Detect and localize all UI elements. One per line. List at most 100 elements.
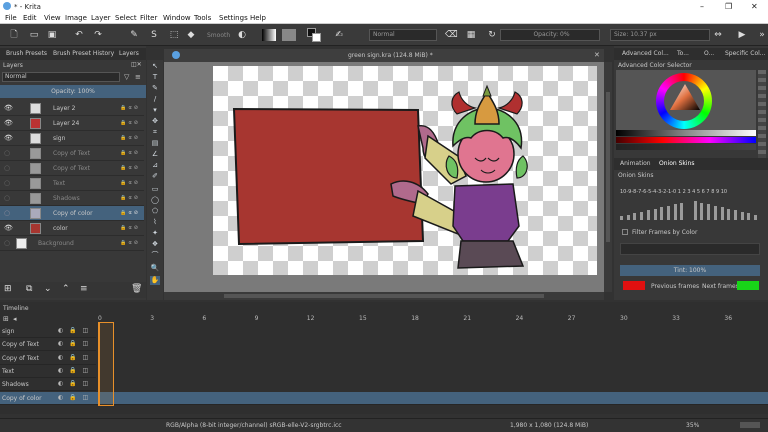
brush-tip-icon[interactable]: ◆ [185, 29, 197, 41]
line-tool-icon[interactable]: / [150, 95, 160, 104]
layer-row[interactable]: 👁 sign 🔒α⊘ [0, 131, 144, 146]
onion-opacity-bar[interactable] [733, 210, 737, 220]
tint-slider[interactable]: Tint: 100% [620, 265, 760, 276]
menu-tools[interactable]: Tools [194, 14, 211, 22]
filter-icon[interactable]: ▽ [124, 73, 129, 81]
play-icon[interactable]: ▶ [736, 29, 748, 41]
gradient-icon[interactable] [262, 29, 276, 41]
ellipse-select-icon[interactable]: ◯ [150, 196, 160, 205]
menu-filter[interactable]: Filter [140, 14, 157, 22]
settings-icon[interactable]: ≡ [135, 73, 141, 81]
layer-row[interactable]: 👁 Layer 2 🔒α⊘ [0, 101, 144, 116]
layer-flags-icon[interactable]: 🔒α⊘ [120, 240, 140, 246]
crop-tool-icon[interactable]: ⌗ [150, 128, 160, 137]
color-picker-icon[interactable]: ✐ [150, 172, 160, 181]
previous-frames-color[interactable] [623, 281, 645, 290]
mirror-horizontal-icon[interactable]: ⇔ [712, 29, 724, 41]
assistant-tool-icon[interactable]: ⊿ [150, 161, 160, 170]
save-icon[interactable]: ▣ [46, 29, 58, 41]
timeline-row-flags-icon[interactable]: ◐ 🔒 ◫ [58, 340, 90, 347]
onion-opacity-bar[interactable] [620, 216, 623, 220]
polygon-select-icon[interactable]: ⬠ [150, 207, 160, 216]
tab-animation[interactable]: Animation [620, 160, 651, 167]
menu-view[interactable]: View [44, 14, 61, 22]
layer-opacity-slider[interactable]: Opacity: 100% [0, 85, 146, 98]
timeline-row-flags-icon[interactable]: ◐ 🔒 ◫ [58, 394, 90, 401]
zoom-label[interactable]: 35% [686, 422, 699, 429]
blend-mode-select[interactable]: Normal [369, 29, 437, 41]
timeline-layer-row[interactable]: Copy of Text ◐ 🔒 ◫ [0, 338, 96, 352]
new-document-icon[interactable]: 🗋 [8, 29, 20, 41]
timeline-layer-row[interactable]: sign ◐ 🔒 ◫ [0, 325, 96, 338]
tab-brush-presets[interactable]: Brush Presets [6, 50, 47, 57]
minimize-icon[interactable]: – [700, 2, 704, 11]
eraser-icon[interactable]: ⌫ [445, 29, 458, 41]
onion-opacity-bar[interactable] [653, 208, 657, 220]
layer-blend-mode-select[interactable]: Normal [2, 72, 120, 82]
eye-icon[interactable]: 👁 [4, 104, 13, 112]
layer-row[interactable]: 👁 Layer 24 🔒α⊘ [0, 116, 144, 131]
tab-advanced-color[interactable]: Advanced Col... [622, 50, 669, 57]
onion-opacity-bar[interactable] [707, 204, 711, 220]
scrollbar-handle[interactable] [606, 92, 610, 242]
layer-flags-icon[interactable]: 🔒α⊘ [120, 165, 140, 171]
onion-opacity-bar[interactable] [640, 211, 644, 220]
filter-checkbox[interactable] [622, 229, 628, 235]
layer-row[interactable]: ○ Text 🔒α⊘ [0, 176, 144, 191]
tab-specific-color[interactable]: Specific Col... [725, 50, 766, 57]
brush-tool-icon[interactable]: ✎ [150, 84, 160, 93]
layer-row[interactable]: ○ Copy of Text 🔒α⊘ [0, 161, 144, 176]
background-color-swatch[interactable] [312, 33, 321, 42]
open-document-icon[interactable]: ▭ [28, 29, 40, 41]
menu-file[interactable]: File [5, 14, 17, 22]
layer-flags-icon[interactable]: 🔒α⊘ [120, 195, 140, 201]
eye-closed-icon[interactable]: ○ [4, 164, 10, 172]
hue-slider[interactable] [616, 137, 756, 143]
brush-editor-icon[interactable]: ✍ [333, 29, 345, 41]
layer-row[interactable]: 👁 color 🔒α⊘ [0, 221, 144, 236]
fill-tool-icon[interactable]: ▾ [150, 106, 160, 115]
transform-tool-icon[interactable]: ✥ [150, 117, 160, 126]
timeline-row-flags-icon[interactable]: ◐ 🔒 ◫ [58, 367, 90, 374]
redo-icon[interactable]: ↷ [92, 29, 104, 41]
eye-icon[interactable]: 👁 [4, 119, 13, 127]
rect-select-icon[interactable]: ▭ [150, 185, 160, 194]
eye-icon[interactable]: 👁 [4, 134, 13, 142]
eye-icon[interactable]: 👁 [4, 224, 13, 232]
current-frame-column[interactable] [98, 322, 114, 406]
tab-overview[interactable]: O... [704, 50, 714, 57]
timeline-row-flags-icon[interactable]: ◐ 🔒 ◫ [58, 327, 90, 334]
text-tool-icon[interactable]: T [150, 73, 160, 82]
similar-select-icon[interactable]: ❖ [150, 240, 160, 249]
undo-icon[interactable]: ↶ [73, 29, 85, 41]
timeline-layer-row[interactable]: Text ◐ 🔒 ◫ [0, 365, 96, 378]
eye-closed-icon[interactable]: ○ [4, 239, 10, 247]
more-icon[interactable]: » [756, 29, 768, 41]
menu-layer[interactable]: Layer [91, 14, 111, 22]
layer-row[interactable]: ○ Background 🔒α⊘ [0, 236, 144, 251]
move-up-icon[interactable]: ⌃ [62, 284, 70, 294]
layer-flags-icon[interactable]: 🔒α⊘ [120, 105, 140, 111]
onion-opacity-bar[interactable] [693, 201, 697, 220]
close-document-icon[interactable]: ✕ [594, 51, 600, 59]
onion-opacity-bar[interactable] [740, 211, 744, 220]
layer-flags-icon[interactable]: 🔒α⊘ [120, 180, 140, 186]
zoom-tool-icon[interactable]: 🔍 [150, 264, 160, 273]
layer-flags-icon[interactable]: 🔒α⊘ [120, 210, 140, 216]
layer-row[interactable]: ○ Shadows 🔒α⊘ [0, 191, 144, 206]
reload-preset-icon[interactable]: ↻ [486, 29, 498, 41]
layer-properties-icon[interactable]: ≡ [80, 284, 88, 294]
timeline-row-flags-icon[interactable]: ◐ 🔒 ◫ [58, 354, 90, 361]
onion-opacity-bar[interactable] [747, 213, 751, 220]
menu-window[interactable]: Window [163, 14, 191, 22]
onion-opacity-bar[interactable] [754, 214, 757, 220]
layer-flags-icon[interactable]: 🔒α⊘ [120, 150, 140, 156]
stabilizer-icon[interactable]: S [148, 29, 160, 41]
menu-settings[interactable]: Settings [219, 14, 248, 22]
layer-row-selected[interactable]: ○ Copy of color 🔒α⊘ [0, 206, 144, 221]
preserve-alpha-icon[interactable]: ▦ [465, 29, 477, 41]
onion-opacity-bar[interactable] [666, 205, 670, 220]
value-slider[interactable] [616, 130, 756, 136]
eye-closed-icon[interactable]: ○ [4, 179, 10, 187]
eye-closed-icon[interactable]: ○ [4, 209, 10, 217]
